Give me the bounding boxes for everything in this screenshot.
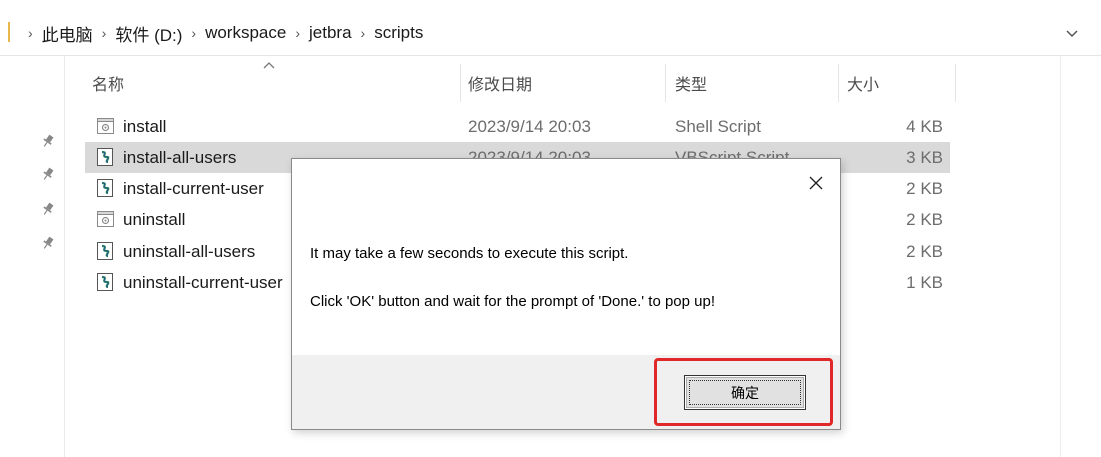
column-divider[interactable]: [955, 64, 956, 102]
file-size: 4 KB: [906, 117, 943, 136]
chevron-right-icon[interactable]: ›: [361, 25, 366, 41]
vbscript-icon: [97, 242, 113, 260]
divider: [0, 55, 1101, 56]
column-divider[interactable]: [460, 64, 461, 102]
column-divider[interactable]: [838, 64, 839, 102]
highlight-annotation: [654, 358, 833, 426]
breadcrumb-workspace[interactable]: workspace: [205, 23, 286, 43]
shell-script-icon: [97, 211, 114, 227]
file-size: 3 KB: [906, 148, 943, 167]
shell-script-icon: [97, 118, 114, 134]
file-date: 2023/9/14 20:03: [468, 117, 591, 136]
pin-icon[interactable]: [41, 236, 55, 250]
file-name: uninstall-current-user: [123, 273, 283, 292]
file-size: 2 KB: [906, 242, 943, 261]
breadcrumb-drive-d[interactable]: 软件 (D:): [115, 21, 182, 46]
folder-accent-icon: [8, 22, 10, 42]
file-name: install-current-user: [123, 179, 264, 198]
address-bar[interactable]: › 此电脑 › 软件 (D:) › workspace › jetbra › s…: [0, 10, 1101, 56]
file-name: install: [123, 117, 167, 136]
chevron-down-icon[interactable]: [1063, 24, 1081, 42]
column-divider[interactable]: [665, 64, 666, 102]
dialog-message-line2: Click 'OK' button and wait for the promp…: [310, 293, 716, 310]
breadcrumb-scripts[interactable]: scripts: [374, 23, 423, 43]
navigation-pane: [0, 56, 65, 457]
pane-divider: [1060, 56, 1061, 457]
file-row-install[interactable]: install 2023/9/14 20:03 Shell Script 4 K…: [85, 111, 950, 142]
breadcrumb-jetbra[interactable]: jetbra: [309, 23, 352, 43]
column-header-date[interactable]: 修改日期: [468, 64, 663, 102]
file-name: uninstall-all-users: [123, 242, 256, 261]
file-size: 2 KB: [906, 210, 943, 229]
pin-icon[interactable]: [41, 134, 55, 148]
column-header-name[interactable]: 名称: [92, 64, 462, 102]
dialog-message-line1: It may take a few seconds to execute thi…: [310, 245, 629, 262]
column-header-type[interactable]: 类型: [675, 64, 835, 102]
vbscript-icon: [97, 148, 113, 166]
chevron-right-icon[interactable]: ›: [28, 25, 33, 41]
pin-icon[interactable]: [41, 167, 55, 181]
vbscript-icon: [97, 273, 113, 291]
chevron-right-icon[interactable]: ›: [191, 25, 196, 41]
file-size: 2 KB: [906, 179, 943, 198]
column-header-size[interactable]: 大小: [847, 64, 952, 102]
file-name: uninstall: [123, 210, 186, 229]
vbscript-icon: [97, 179, 113, 197]
breadcrumb-this-pc[interactable]: 此电脑: [42, 21, 93, 46]
chevron-right-icon[interactable]: ›: [295, 25, 300, 41]
file-size: 1 KB: [906, 273, 943, 292]
chevron-right-icon[interactable]: ›: [102, 25, 107, 41]
close-icon[interactable]: [807, 174, 825, 192]
pin-icon[interactable]: [41, 202, 55, 216]
file-name: install-all-users: [123, 148, 237, 167]
breadcrumb: › 此电脑 › 软件 (D:) › workspace › jetbra › s…: [22, 10, 423, 56]
file-type: Shell Script: [675, 117, 761, 136]
